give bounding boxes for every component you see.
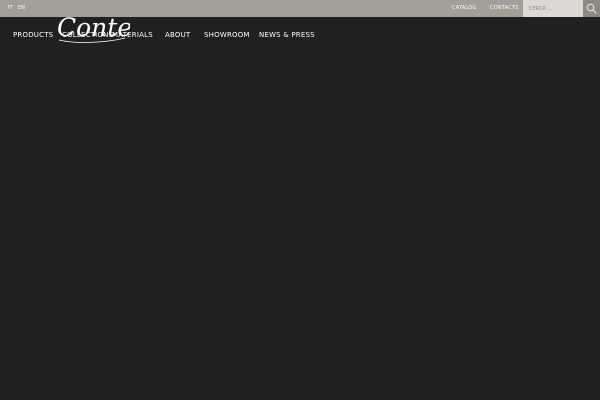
nav-item-about[interactable]: ABOUT	[165, 31, 190, 39]
search-button[interactable]	[583, 0, 600, 17]
main-content	[0, 53, 600, 400]
language-it-link[interactable]: IT	[8, 0, 13, 17]
brand-logo[interactable]: Conte	[55, 13, 132, 48]
nav-item-news-press[interactable]: NEWS & PRESS	[259, 31, 315, 39]
language-en-link[interactable]: EN	[18, 0, 25, 17]
logo-wordmark: Conte	[57, 14, 130, 42]
logo-mark: Conte	[57, 13, 132, 43]
search-input[interactable]	[523, 0, 583, 17]
nav-item-showroom[interactable]: SHOWROOM	[204, 31, 250, 39]
contacts-link[interactable]: CONTACTS	[490, 0, 519, 17]
catalog-link[interactable]: CATALOG	[452, 0, 476, 17]
search-icon	[586, 3, 597, 14]
nav-item-products[interactable]: PRODUCTS	[13, 31, 53, 39]
